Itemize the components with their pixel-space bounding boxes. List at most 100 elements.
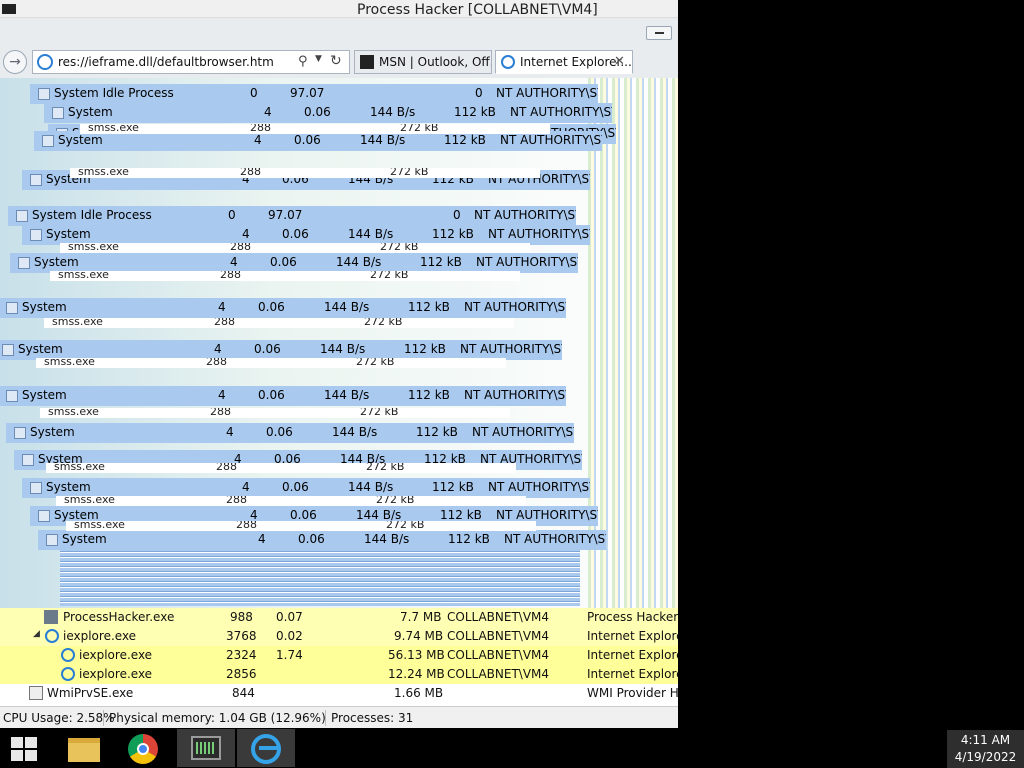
process-name: smss.exe bbox=[48, 408, 99, 418]
process-icon bbox=[2, 344, 14, 356]
table-row[interactable]: WmiPrvSE.exe 844 1.66 MB WMI Provider Ho bbox=[0, 684, 678, 703]
start-button[interactable] bbox=[0, 729, 58, 767]
process-cpu: 0.06 bbox=[254, 342, 281, 356]
glitch-compressed-rows bbox=[60, 548, 580, 606]
process-memory: 272 kB bbox=[390, 168, 429, 178]
table-row[interactable]: ◢ iexplore.exe 3768 0.02 9.74 MB COLLABN… bbox=[0, 627, 678, 646]
table-row[interactable]: System 4 0.06 144 B/s 112 kB NT AUTHORITY\SYS… bbox=[0, 298, 566, 318]
process-name: smss.exe bbox=[54, 463, 105, 473]
table-row[interactable]: System 4 0.06 144 B/s 112 kB NT AUTHORITY\SYS… bbox=[22, 225, 590, 245]
process-cpu: 97.07 bbox=[268, 208, 303, 222]
search-icon[interactable]: ⚲ bbox=[298, 54, 308, 69]
process-name: WmiPrvSE.exe bbox=[47, 686, 134, 700]
close-icon[interactable]: ✕ bbox=[614, 54, 625, 69]
process-pid: 0 bbox=[228, 208, 236, 222]
table-row[interactable]: System Idle Process 0 97.07 0 NT AUTHORITY\S… bbox=[8, 206, 576, 226]
process-user: NT AUTHORITY\SYSTE bbox=[460, 342, 562, 356]
process-io: 144 B/s bbox=[348, 227, 394, 241]
process-icon bbox=[30, 174, 42, 186]
table-row[interactable]: System 4 0.06 144 B/s 112 kB NT AUTHORITY\SYS… bbox=[0, 386, 566, 406]
process-icon bbox=[18, 257, 30, 269]
process-user: NT AUTHORITY\SYSTE bbox=[476, 255, 578, 269]
table-row[interactable]: smss.exe 288 272 kB bbox=[36, 358, 506, 368]
process-hacker-titlebar[interactable]: Process Hacker [COLLABNET\VM4] bbox=[0, 0, 678, 18]
process-list-rendering-artifacts: System Idle Process 0 97.07 0 NT AUTHORITY\S… bbox=[0, 78, 678, 608]
process-user: NT AUTHORITY\SYSTE bbox=[472, 425, 574, 439]
table-row[interactable]: iexplore.exe 2324 1.74 56.13 MB COLLABNE… bbox=[0, 646, 678, 665]
table-row[interactable]: System 4 0.06 144 B/s 112 kB NT AUTHORITY\SYS… bbox=[0, 340, 562, 360]
table-row[interactable]: System Idle Process 0 97.07 0 NT AUTHORITY\S… bbox=[30, 84, 598, 104]
process-pid: 4 bbox=[214, 342, 222, 356]
table-row[interactable]: System 4 0.06 144 B/s 112 kB NT AUTHORITY\SYS… bbox=[6, 423, 574, 443]
chevron-down-icon[interactable]: ▼ bbox=[315, 54, 322, 64]
process-memory: 272 kB bbox=[376, 496, 415, 506]
table-row[interactable]: iexplore.exe 2856 12.24 MB COLLABNET\VM4… bbox=[0, 665, 678, 684]
table-row[interactable]: System 4 0.06 144 B/s 112 kB NT AUTHORITY\SYS… bbox=[34, 131, 602, 151]
process-name: System bbox=[22, 300, 67, 314]
taskbar-process-hacker[interactable] bbox=[177, 729, 235, 767]
table-row[interactable]: System 4 0.06 144 B/s 112 kB NT AUTHORITY\SYS… bbox=[22, 478, 590, 498]
process-pid: 288 bbox=[206, 358, 227, 368]
process-cpu: 0.06 bbox=[258, 300, 285, 314]
process-icon bbox=[42, 135, 54, 147]
table-row[interactable]: smss.exe 288 272 kB bbox=[50, 271, 520, 281]
table-row[interactable]: smss.exe 288 272 kB bbox=[60, 243, 530, 253]
minimize-button[interactable] bbox=[646, 26, 672, 40]
address-bar[interactable]: res://ieframe.dll/defaultbrowser.htm ⚲ ▼… bbox=[32, 50, 350, 74]
msn-icon bbox=[360, 55, 374, 69]
taskbar-chrome[interactable] bbox=[116, 729, 174, 767]
address-text[interactable]: res://ieframe.dll/defaultbrowser.htm bbox=[58, 55, 274, 69]
process-name: System bbox=[62, 532, 107, 546]
process-description: Internet Explorer bbox=[587, 667, 678, 681]
taskbar-internet-explorer[interactable] bbox=[237, 729, 295, 767]
tab-internet-explorer[interactable]: Internet Explorer... ✕ bbox=[495, 50, 633, 74]
tab-msn[interactable]: MSN | Outlook, Off... bbox=[354, 50, 492, 74]
process-pid: 288 bbox=[214, 318, 235, 328]
refresh-icon[interactable]: ↻ bbox=[330, 53, 342, 69]
taskbar-file-explorer[interactable] bbox=[56, 729, 114, 767]
process-memory: 112 kB bbox=[408, 388, 450, 402]
process-memory: 112 kB bbox=[404, 342, 446, 356]
process-cpu: 1.74 bbox=[276, 648, 303, 662]
process-pid: 288 bbox=[220, 271, 241, 281]
process-name: smss.exe bbox=[78, 168, 129, 178]
table-row[interactable]: System 4 0.06 144 B/s 112 kB NT AUTHORITY\SYS… bbox=[10, 253, 578, 273]
process-pid: 288 bbox=[240, 168, 261, 178]
table-row[interactable]: System 4 0.06 144 B/s 112 kB NT AUTHORITY\SYS… bbox=[38, 530, 606, 550]
system-clock[interactable]: 4:11 AM 4/19/2022 bbox=[947, 730, 1024, 768]
collapse-icon[interactable]: ◢ bbox=[33, 629, 40, 639]
table-row[interactable]: smss.exe 288 272 kB bbox=[46, 463, 516, 473]
table-row[interactable]: smss.exe 288 272 kB bbox=[70, 168, 540, 178]
process-cpu: 0.06 bbox=[298, 532, 325, 546]
table-row[interactable]: smss.exe 288 272 kB bbox=[66, 521, 536, 531]
table-row[interactable]: ProcessHacker.exe 988 0.07 7.7 MB COLLAB… bbox=[0, 608, 678, 627]
process-user: COLLABNET\VM4 bbox=[447, 667, 550, 681]
process-pid: 288 bbox=[236, 521, 257, 531]
process-user: COLLABNET\VM4 bbox=[447, 629, 550, 643]
table-row[interactable]: smss.exe 288 272 kB bbox=[56, 496, 526, 506]
process-icon bbox=[6, 302, 18, 314]
process-cpu: 0.06 bbox=[270, 255, 297, 269]
table-row[interactable]: System 4 0.06 144 B/s 112 kB NT AUTHORITY\SYS… bbox=[44, 103, 612, 123]
process-pid: 988 bbox=[230, 610, 253, 624]
table-row[interactable]: smss.exe 288 272 kB bbox=[44, 318, 514, 328]
clock-time: 4:11 AM bbox=[960, 733, 1011, 747]
table-row[interactable]: smss.exe 288 272 kB bbox=[80, 124, 550, 134]
process-io: 144 B/s bbox=[360, 133, 406, 147]
table-row[interactable]: smss.exe 288 272 kB bbox=[40, 408, 510, 418]
process-pid: 4 bbox=[242, 480, 250, 494]
ie-icon bbox=[501, 55, 515, 69]
process-name: System bbox=[30, 425, 75, 439]
process-pid: 2324 bbox=[226, 648, 257, 662]
process-cpu: 0.06 bbox=[258, 388, 285, 402]
process-icon bbox=[22, 454, 34, 466]
process-name: System bbox=[22, 388, 67, 402]
ie-icon bbox=[61, 667, 75, 681]
process-user: NT AUTHORITY\SYSTE bbox=[464, 300, 566, 314]
process-name: smss.exe bbox=[64, 496, 115, 506]
process-io: 144 B/s bbox=[370, 105, 416, 119]
wmi-icon bbox=[29, 686, 43, 700]
forward-button[interactable]: → bbox=[3, 50, 27, 74]
process-memory: 112 kB bbox=[416, 425, 458, 439]
process-pid: 4 bbox=[250, 508, 258, 522]
